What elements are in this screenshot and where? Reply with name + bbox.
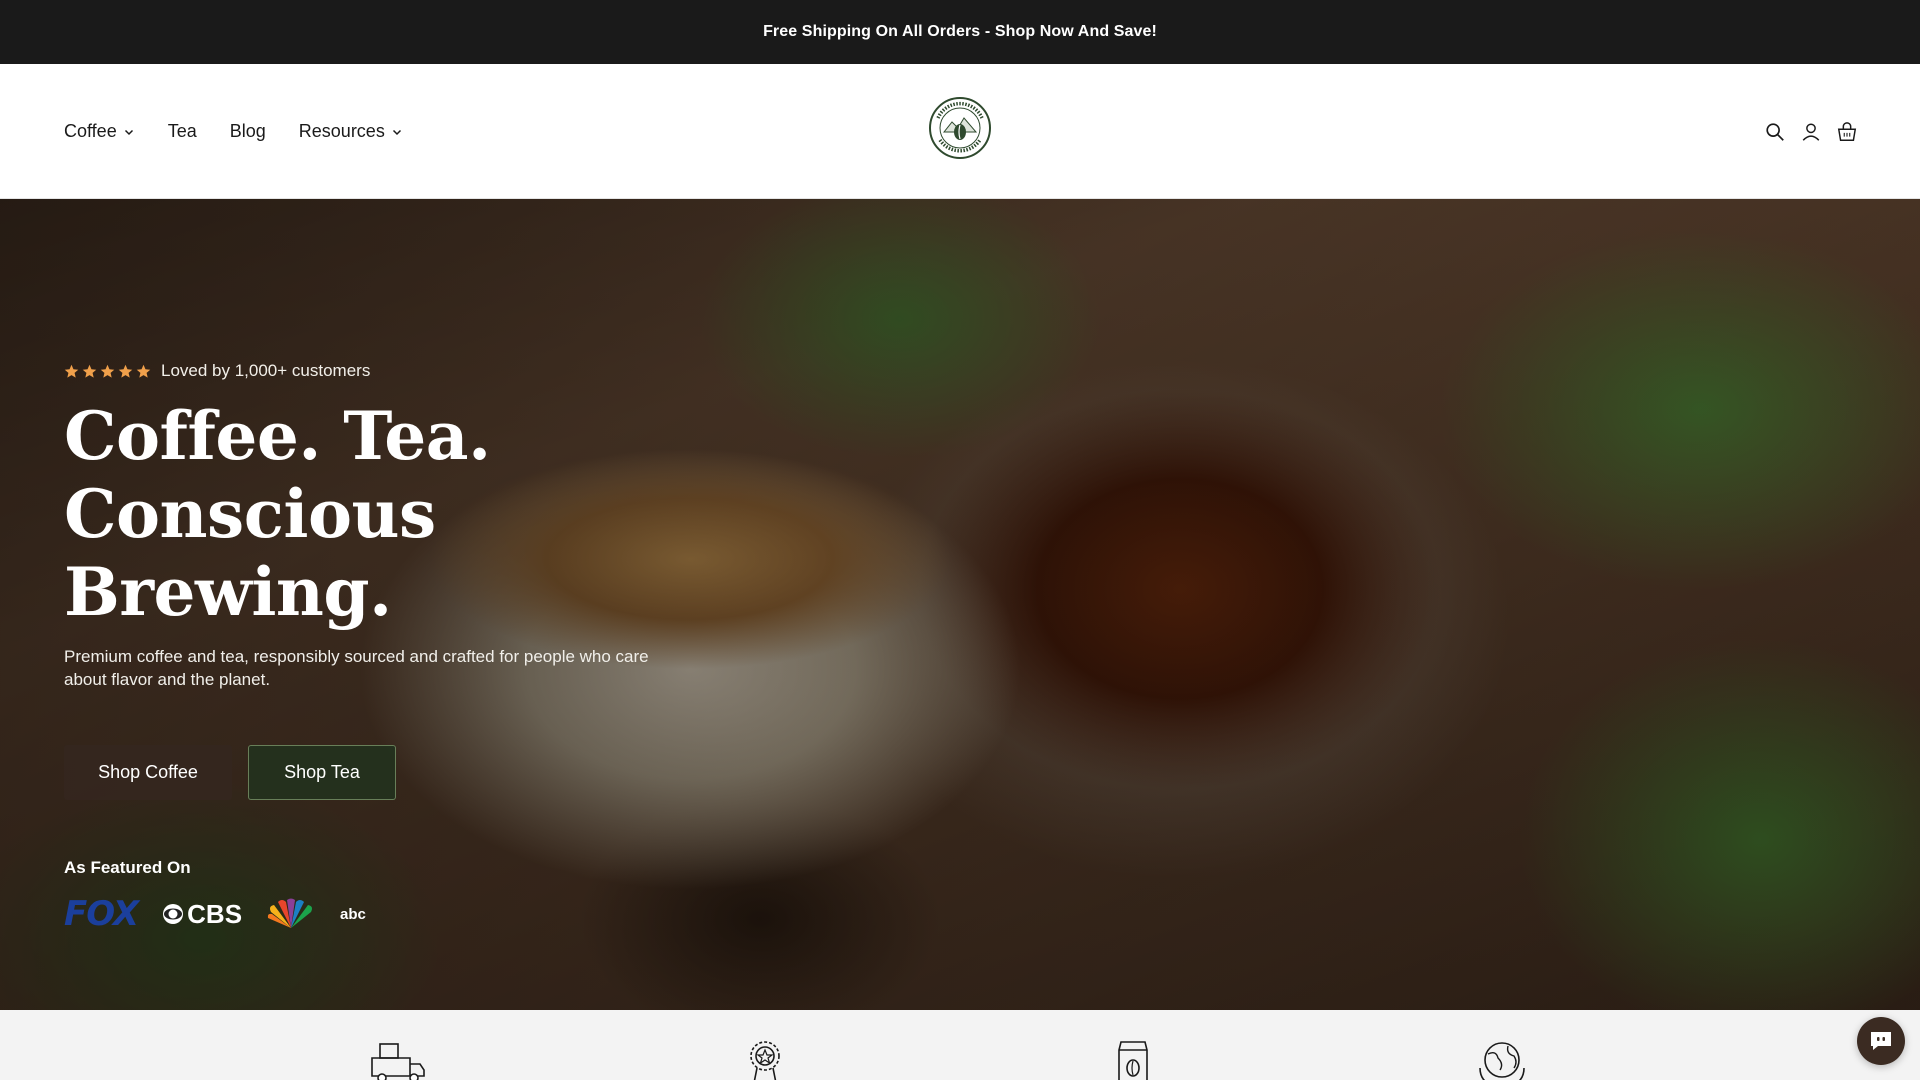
hero-subtext: Premium coffee and tea, responsibly sour… bbox=[64, 647, 649, 689]
star-icon bbox=[100, 364, 115, 378]
rating-text: Loved by 1,000+ customers bbox=[161, 361, 371, 380]
announcement-bar: Free Shipping On All Orders - Shop Now A… bbox=[0, 0, 1920, 64]
nav-item-label: Coffee bbox=[64, 121, 117, 141]
fox-logo: FOX bbox=[64, 894, 139, 934]
delivery-truck-icon bbox=[371, 1043, 425, 1080]
award-badge-icon bbox=[750, 1041, 780, 1080]
account-icon[interactable] bbox=[1800, 121, 1822, 143]
star-rating bbox=[64, 364, 151, 379]
shop-tea-button[interactable]: Shop Tea bbox=[248, 745, 396, 800]
abc-logo: abc bbox=[340, 905, 366, 923]
hero-banner: Loved by 1,000+ customers Coffee. Tea. C… bbox=[0, 199, 1920, 1010]
nav-item-coffee[interactable]: Coffee bbox=[64, 121, 135, 142]
announcement-text[interactable]: Free Shipping On All Orders - Shop Now A… bbox=[763, 23, 1157, 41]
star-icon bbox=[64, 364, 79, 378]
coffee-bag-icon bbox=[1118, 1041, 1148, 1080]
chevron-down-icon bbox=[392, 129, 401, 135]
nav-item-tea[interactable]: Tea bbox=[168, 121, 197, 142]
search-icon[interactable] bbox=[1764, 121, 1786, 143]
press-logos: FOX CBS abc bbox=[64, 896, 764, 932]
nbc-peacock-logo bbox=[267, 898, 313, 928]
brand-logo[interactable] bbox=[928, 96, 992, 160]
hero-content: Loved by 1,000+ customers Coffee. Tea. C… bbox=[64, 359, 764, 932]
chat-widget-button[interactable] bbox=[1857, 1017, 1905, 1065]
featured-on-label: As Featured On bbox=[64, 858, 191, 877]
cbs-logo-text: CBS bbox=[187, 898, 243, 929]
headline-line-1: Coffee. Tea. bbox=[64, 397, 491, 475]
features-strip bbox=[0, 1010, 1920, 1080]
globe-hands-icon bbox=[1479, 1042, 1525, 1080]
main-nav: Coffee Tea Blog Resources bbox=[64, 64, 403, 199]
nav-item-label: Resources bbox=[298, 121, 385, 141]
cart-icon[interactable] bbox=[1836, 121, 1858, 143]
hero-cta-group: Shop Coffee Shop Tea bbox=[64, 745, 764, 800]
header-actions bbox=[1764, 64, 1858, 199]
headline-line-2: Conscious Brewing. bbox=[64, 475, 436, 631]
nav-item-label: Tea bbox=[167, 121, 197, 141]
star-icon bbox=[82, 364, 97, 378]
star-icon bbox=[118, 364, 133, 378]
star-icon bbox=[136, 364, 151, 378]
nav-item-label: Blog bbox=[229, 121, 266, 141]
site-header: Coffee Tea Blog Resources bbox=[0, 64, 1920, 199]
cbs-logo: CBS bbox=[162, 899, 242, 930]
nav-item-resources[interactable]: Resources bbox=[299, 121, 403, 142]
shop-coffee-button[interactable]: Shop Coffee bbox=[64, 745, 232, 800]
cbs-eye-icon bbox=[163, 904, 184, 924]
chevron-down-icon bbox=[124, 129, 133, 135]
chat-bubble-icon bbox=[1871, 1032, 1891, 1050]
rating-row: Loved by 1,000+ customers bbox=[64, 359, 764, 383]
nav-item-blog[interactable]: Blog bbox=[230, 121, 266, 142]
hero-headline: Coffee. Tea. Conscious Brewing. bbox=[64, 397, 764, 631]
